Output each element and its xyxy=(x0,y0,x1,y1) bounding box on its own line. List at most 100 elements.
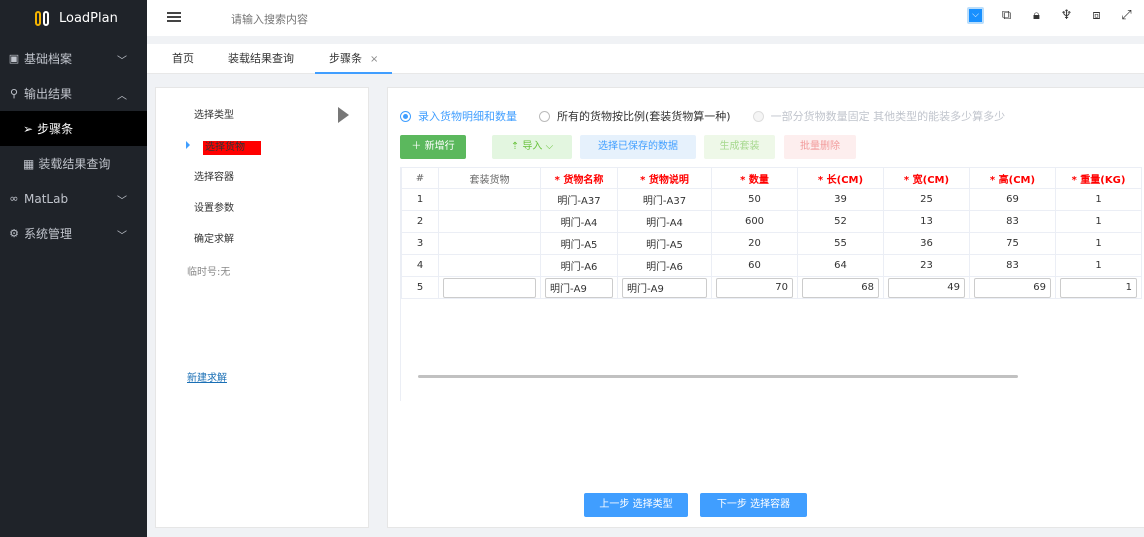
step-select-type[interactable]: 选择类型 xyxy=(194,106,234,121)
theme-shirt-icon[interactable]: ♆ xyxy=(1059,8,1074,23)
table-cell xyxy=(438,210,541,233)
quantity-input[interactable] xyxy=(716,277,793,298)
step-select-goods[interactable]: 选择货物 xyxy=(203,141,261,155)
table-cell: 75 xyxy=(969,232,1056,255)
table-cell: 明门-A5 xyxy=(617,232,712,255)
sidebar-item-basic-archive[interactable]: ▣ 基础档案 ﹀ xyxy=(0,41,147,76)
table-header-row: # 套装货物 * 货物名称 * 货物说明 * 数量 * 长(CM) * 宽(CM… xyxy=(401,167,1142,189)
table-cell: 36 xyxy=(883,232,970,255)
height-input[interactable] xyxy=(974,277,1051,298)
goods-desc-input[interactable] xyxy=(622,277,707,298)
lock-icon[interactable]: 🔒︎ xyxy=(1029,8,1044,23)
table-cell: 明门-A6 xyxy=(617,254,712,277)
sidebar-item-matlab[interactable]: ∞ MatLab ﹀ xyxy=(0,181,147,216)
step-confirm-solve[interactable]: 确定求解 xyxy=(194,230,234,245)
image-icon: ▣ xyxy=(8,52,20,65)
horizontal-scrollbar[interactable] xyxy=(418,375,1018,378)
col-header-length: * 长(CM) xyxy=(797,167,884,189)
tab-load-results[interactable]: 装载结果查询 xyxy=(228,44,294,74)
add-row-button[interactable]: ＋ 新增行 xyxy=(400,135,466,159)
col-header-qty: * 数量 xyxy=(711,167,798,189)
table-cell: 55 xyxy=(797,232,884,255)
suit-input[interactable] xyxy=(443,277,536,298)
steps-panel: 选择类型 选择货物 选择容器 设置参数 确定求解 临时号:无 新建求解 xyxy=(155,87,369,528)
table-cell xyxy=(969,276,1056,299)
length-input[interactable] xyxy=(802,277,879,298)
table-edit-row[interactable]: 5 xyxy=(401,276,1142,299)
radio-proportion[interactable]: 所有的货物按比例(套装货物算一种) xyxy=(539,108,731,124)
prev-step-button[interactable]: 上一步 选择类型 xyxy=(584,493,688,517)
select-saved-data-button[interactable]: 选择已保存的数据 xyxy=(580,135,696,159)
radio-dot xyxy=(400,110,411,122)
radio-detail-quantity[interactable]: 录入货物明细和数量 xyxy=(400,108,517,124)
translate-icon[interactable]: ⧈ xyxy=(1089,8,1104,23)
radio-partial-fixed[interactable]: 一部分货物数量固定 其他类型的能装多少算多少 xyxy=(752,108,1006,124)
page-tabs: 首页 装载结果查询 步骤条 × xyxy=(147,44,1144,74)
col-header-width: * 宽(CM) xyxy=(883,167,970,189)
gear-icon: ⚙ xyxy=(9,227,19,240)
next-step-button[interactable]: 下一步 选择容器 xyxy=(700,493,807,517)
goods-name-input[interactable] xyxy=(545,277,613,298)
dropdown-icon[interactable]: ⌵ xyxy=(967,7,984,24)
send-icon: ➢ xyxy=(23,121,34,136)
weight-input[interactable] xyxy=(1060,277,1137,298)
width-input[interactable] xyxy=(888,277,965,298)
table-row[interactable]: 3 明门-A5 明门-A5 20 55 36 75 1 xyxy=(401,232,1142,255)
table-cell xyxy=(797,276,884,299)
generate-suit-button[interactable]: 生成套装 xyxy=(704,135,775,159)
table-cell: 13 xyxy=(883,210,970,233)
main-panel: 录入货物明细和数量 所有的货物按比例(套装货物算一种) 一部分货物数量固定 其他… xyxy=(387,87,1144,528)
table-cell: 1 xyxy=(1055,210,1142,233)
sidebar-item-label: 系统管理 xyxy=(24,227,73,241)
header-toolbar: ⌵ ⧉ 🔒︎ ♆ ⧈ ⤢ xyxy=(967,7,1134,24)
app-logo[interactable]: LoadPlan xyxy=(0,0,147,36)
table-row[interactable]: 2 明门-A4 明门-A4 600 52 13 83 1 xyxy=(401,210,1142,233)
import-button[interactable]: ⇡ 导入 ⌵ xyxy=(492,135,572,159)
table-row[interactable]: 4 明门-A6 明门-A6 60 64 23 83 1 xyxy=(401,254,1142,277)
table-row[interactable]: 1 明门-A37 明门-A37 50 39 25 69 1 xyxy=(401,188,1142,211)
table-cell: 1 xyxy=(1055,188,1142,211)
table-cell xyxy=(438,188,541,211)
sidebar-subitem-load-results[interactable]: ▦ 装载结果查询 xyxy=(0,146,147,181)
table-cell: 3 xyxy=(401,232,439,255)
table-cell: 69 xyxy=(969,188,1056,211)
close-icon[interactable]: × xyxy=(370,54,378,65)
search-input[interactable] xyxy=(231,10,431,28)
screenshot-icon[interactable]: ⧉ xyxy=(999,8,1014,23)
step-set-params[interactable]: 设置参数 xyxy=(194,199,234,214)
batch-delete-button[interactable]: 批量删除 xyxy=(784,135,856,159)
table-cell: 39 xyxy=(797,188,884,211)
app-name: LoadPlan xyxy=(59,10,118,26)
sidebar-subitem-steps[interactable]: ➢ 步骤条 xyxy=(0,111,147,146)
new-solve-link[interactable]: 新建求解 xyxy=(187,369,227,384)
loadplan-logo-icon xyxy=(34,10,51,27)
table-cell: 明门-A4 xyxy=(617,210,712,233)
sidebar-item-system-management[interactable]: ⚙ 系统管理 ﹀ xyxy=(0,216,147,251)
tab-home[interactable]: 首页 xyxy=(172,44,194,74)
sidebar-item-label: 步骤条 xyxy=(37,122,74,136)
col-header-height: * 高(CM) xyxy=(969,167,1056,189)
sidebar-item-label: 基础档案 xyxy=(24,52,73,66)
fullscreen-icon[interactable]: ⤢ xyxy=(1119,8,1134,23)
table-cell: 23 xyxy=(883,254,970,277)
table-cell xyxy=(617,276,712,299)
step-select-container[interactable]: 选择容器 xyxy=(194,168,234,183)
col-header-name: * 货物名称 xyxy=(540,167,618,189)
play-icon[interactable] xyxy=(338,107,349,123)
table-cell xyxy=(883,276,970,299)
tab-steps[interactable]: 步骤条 × xyxy=(315,44,393,74)
table-cell: 50 xyxy=(711,188,798,211)
sidebar-item-output-results[interactable]: ⚲ 输出结果 ︿ xyxy=(0,76,147,111)
col-header-desc: * 货物说明 xyxy=(617,167,712,189)
chevron-down-icon: ﹀ xyxy=(117,196,127,207)
table-cell: 83 xyxy=(969,210,1056,233)
sidebar-item-label: 装载结果查询 xyxy=(38,157,111,171)
chevron-down-icon: ﹀ xyxy=(117,231,127,242)
table-cell xyxy=(711,276,798,299)
radio-label: 一部分货物数量固定 其他类型的能装多少算多少 xyxy=(770,110,1006,123)
table-cell xyxy=(438,254,541,277)
table-cell xyxy=(1055,276,1142,299)
top-header: ⌵ ⧉ 🔒︎ ♆ ⧈ ⤢ xyxy=(147,0,1144,36)
menu-toggle-icon[interactable] xyxy=(167,12,181,22)
chevron-up-icon: ︿ xyxy=(117,91,127,102)
